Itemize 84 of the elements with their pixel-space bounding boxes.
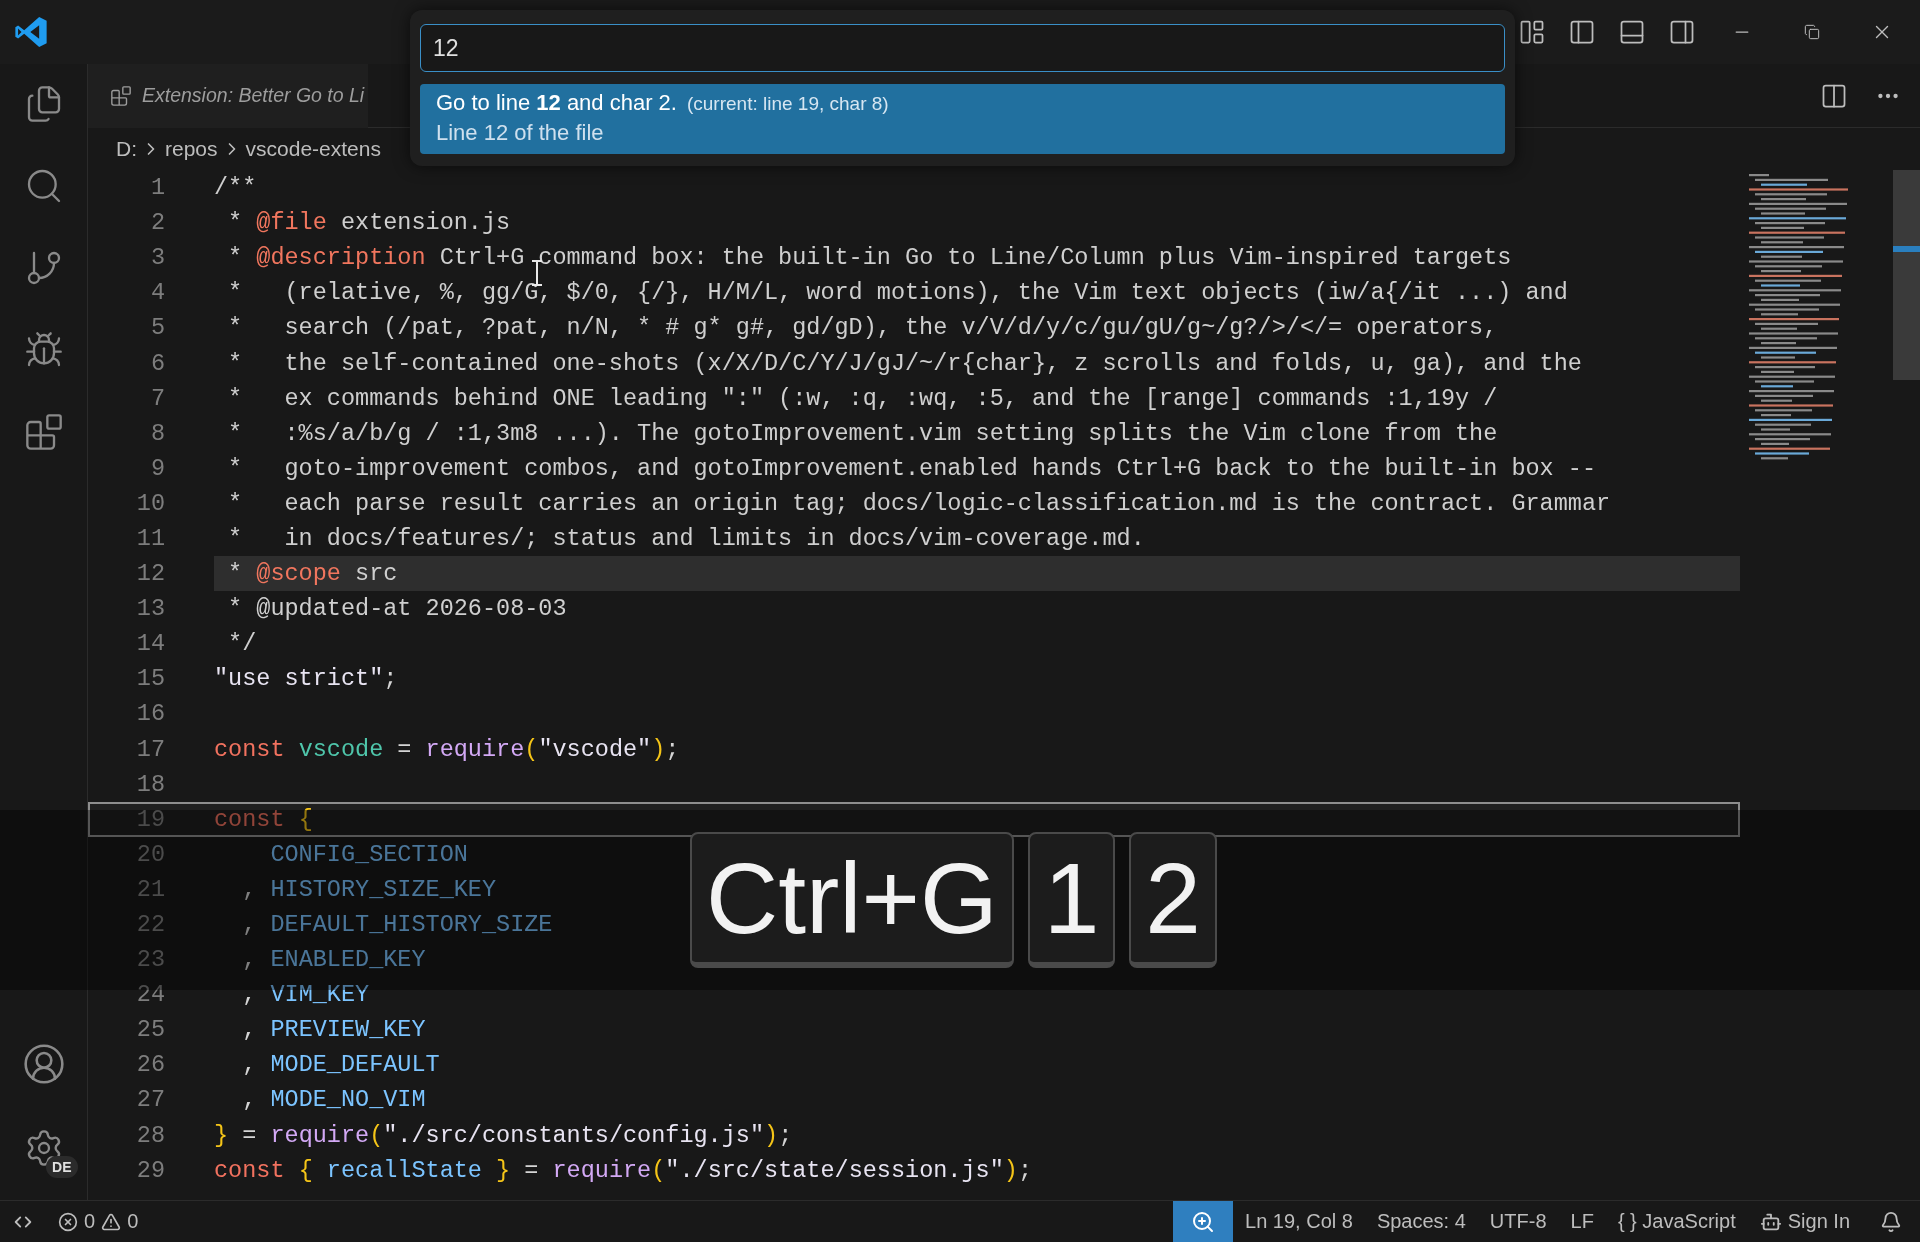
line-number: 5: [149, 314, 165, 342]
line-number: 12: [135, 560, 165, 588]
line-number: 9: [149, 454, 165, 482]
code-line: */: [227, 630, 257, 658]
problems-button[interactable]: 0 0: [46, 1200, 151, 1242]
warning-icon: [101, 1211, 122, 1232]
line-number: 16: [135, 700, 165, 728]
code-line: , MODE_DEFAULT: [241, 1051, 440, 1079]
extensions-icon[interactable]: [23, 412, 64, 452]
line-number: 29: [135, 1156, 165, 1184]
line-number: 10: [135, 489, 165, 517]
code-line: , ENABLED_KEY: [241, 946, 426, 974]
line-ending[interactable]: LF: [1558, 1200, 1606, 1242]
code-line: , PREVIEW_KEY: [241, 1016, 426, 1044]
line-number: 26: [135, 1051, 165, 1079]
line-number: 23: [135, 946, 165, 974]
code-line: const { recallState } = require("./src/state/session.js");: [214, 1156, 1032, 1184]
code-line: * :%s/a/b/g / :1,3m8 ...). The gotoImprovement.vim setting splits the Vim clone from the: [227, 419, 1498, 447]
indentation[interactable]: Spaces: 4: [1364, 1200, 1478, 1242]
zoom-icon[interactable]: [1173, 1200, 1234, 1242]
line-number: 15: [135, 665, 165, 693]
cursor-position[interactable]: Ln 19, Col 8: [1233, 1200, 1365, 1242]
keycast-key: 1: [1027, 832, 1116, 968]
keycast-key: 2: [1129, 832, 1217, 968]
go-to-line-field[interactable]: 12: [420, 24, 1505, 72]
account-badge: DE: [46, 1156, 78, 1178]
option-description: Line 12 of the file: [436, 120, 605, 146]
line-number: 18: [135, 770, 165, 798]
code-line: const {: [214, 805, 313, 833]
code-line: } = require("./src/constants/config.js");: [214, 1121, 793, 1149]
line-number: 17: [135, 735, 165, 763]
code-line: * the self-contained one-shots (x/X/D/C/Y/J/gJ/~/r{char}, z scrolls and folds, u, ga), and the: [227, 349, 1582, 377]
code-line: * each parse result carries an origin tag; docs/logic-classification.md is the contract. Grammar: [227, 489, 1611, 517]
code-line: /**: [214, 174, 257, 202]
go-to-line-option[interactable]: Go to line 12 and char 2. (current: line 19, char 8) Line 12 of the file: [420, 84, 1505, 154]
line-number: 2: [149, 209, 165, 237]
option-label: Go to line 12 and char 2.: [436, 90, 677, 116]
line-number: 4: [149, 279, 165, 307]
code-line: * (relative, %, gg/G, $/0, {/}, H/M/L, word motions), the Vim text objects (iw/a{/it ...) and: [227, 279, 1568, 307]
scrollbar-thumb[interactable]: [1893, 170, 1920, 380]
breadcrumb-item[interactable]: D:: [116, 137, 137, 161]
code-line: * @file extension.js: [227, 209, 511, 237]
breadcrumb-item[interactable]: vscode-extens: [245, 137, 381, 161]
line-number: 24: [135, 981, 165, 1009]
line-number: 13: [135, 595, 165, 623]
line-number: 27: [135, 1086, 165, 1114]
line-number: 19: [135, 805, 165, 833]
code-line: * in docs/features/; status and limits in docs/vim-coverage.md.: [227, 525, 1145, 552]
line-number: 14: [135, 630, 165, 658]
code-line: * search (/pat, ?pat, n/N, * # g* g#, gd/gD), the v/V/d/y/c/gu/gU/g~/g?/>/</= operators,: [227, 314, 1498, 342]
line-number: 1: [149, 174, 165, 202]
code-line: * @description Ctrl+G command box: the built-in Go to Line/Column plus Vim-inspired targets: [227, 244, 1512, 272]
code-line: * ex commands behind ONE leading ":" (:w, :q, :wq, :5, and the [range] commands :1,19y /: [227, 384, 1498, 412]
line-number: 20: [135, 840, 165, 868]
editor-tab[interactable]: Extension: Better Go to Li: [88, 63, 369, 128]
breadcrumb-item[interactable]: repos: [165, 137, 218, 161]
line-number: 8: [149, 419, 165, 447]
code-line: , HISTORY_SIZE_KEY: [241, 875, 497, 903]
line-number: 6: [149, 349, 165, 377]
option-detail: (current: line 19, char 8): [686, 93, 889, 115]
code-line: * @updated-at 2026-08-03: [227, 595, 567, 623]
keycast-key: Ctrl+G: [690, 832, 1014, 968]
line-number: 7: [149, 384, 165, 412]
code-line: , DEFAULT_HISTORY_SIZE: [241, 911, 553, 938]
language-mode[interactable]: { } JavaScript: [1605, 1200, 1748, 1242]
line-number: 25: [135, 1016, 165, 1044]
encoding[interactable]: UTF-8: [1477, 1200, 1559, 1242]
line-number: 3: [149, 244, 165, 272]
sign-in-button[interactable]: Sign In: [1747, 1200, 1862, 1242]
code-line: "use strict";: [214, 665, 398, 693]
code-line: , MODE_NO_VIM: [241, 1086, 426, 1114]
code-line: const vscode = require("vscode");: [214, 735, 680, 763]
line-number: 21: [135, 875, 165, 903]
account-icon[interactable]: [21, 1042, 66, 1086]
code-line: * @scope src: [227, 560, 398, 588]
code-line: * goto-improvement combos, and gotoImprovement.enabled hands Ctrl+G back to the built-in box --: [227, 454, 1597, 482]
line-number: 11: [135, 525, 165, 552]
code-line: , VIM_KEY: [241, 981, 370, 1009]
code-line: CONFIG_SECTION: [269, 840, 468, 868]
error-icon: [58, 1211, 78, 1232]
line-number: 28: [135, 1121, 165, 1149]
line-number: 22: [135, 911, 165, 938]
app-logo-icon: [14, 15, 48, 49]
extensions-icon: [110, 84, 132, 107]
